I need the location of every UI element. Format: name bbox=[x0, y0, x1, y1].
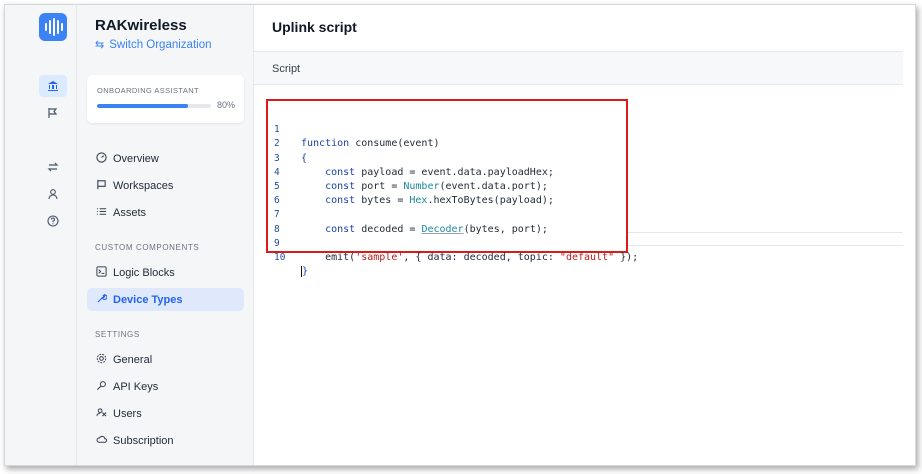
nav-subscription[interactable]: Subscription bbox=[87, 429, 244, 452]
code-token: 'sample' bbox=[355, 251, 404, 263]
nav-overview[interactable]: Overview bbox=[87, 147, 244, 170]
code-token: "default" bbox=[559, 251, 615, 263]
app-logo[interactable] bbox=[39, 13, 67, 41]
code-token: } bbox=[301, 266, 309, 278]
code-line: 4 const port = Number(event.data.port); bbox=[268, 152, 626, 192]
list-icon bbox=[95, 206, 107, 220]
cloud-icon bbox=[95, 434, 107, 448]
nav-logic-blocks-label: Logic Blocks bbox=[113, 266, 175, 279]
nav-workspaces[interactable]: Workspaces bbox=[87, 174, 244, 197]
user-icon[interactable] bbox=[39, 183, 67, 205]
flag-icon[interactable] bbox=[39, 102, 67, 124]
code-line: 3 const payload = event.data.payloadHex; bbox=[268, 137, 626, 178]
code-line: 2 { bbox=[268, 123, 626, 163]
onboarding-assistant-card[interactable]: ONBOARDING ASSISTANT 80% bbox=[87, 75, 244, 123]
nav-subscription-label: Subscription bbox=[113, 434, 174, 447]
nav-api-keys-label: API Keys bbox=[113, 380, 159, 393]
sidebar: RAKwireless ⇆ Switch Organization ONBOAR… bbox=[77, 5, 254, 465]
script-section-header: Script bbox=[254, 51, 903, 85]
switch-organization-label: Switch Organization bbox=[109, 38, 212, 51]
code-line: 7 const decoded = Decoder(bytes, port); bbox=[268, 194, 626, 234]
code-line: 1 function consume(event) bbox=[268, 109, 626, 149]
line-number: 10 bbox=[274, 251, 286, 263]
key-icon bbox=[95, 380, 107, 394]
nav-overview-label: Overview bbox=[113, 152, 159, 165]
help-icon[interactable] bbox=[39, 210, 67, 232]
code-line: 6 bbox=[268, 180, 626, 206]
settings-heading: SETTINGS bbox=[95, 330, 140, 339]
onboarding-label: ONBOARDING ASSISTANT bbox=[97, 86, 200, 95]
switch-organization-link[interactable]: ⇆ Switch Organization bbox=[95, 38, 212, 52]
nav-assets-label: Assets bbox=[113, 206, 147, 219]
code-editor[interactable]: 1 function consume(event) 2 { 3 const pa… bbox=[266, 99, 638, 278]
icon-rail bbox=[5, 5, 77, 465]
nav-api-keys[interactable]: API Keys bbox=[87, 375, 244, 398]
code-line: 10 } bbox=[268, 237, 626, 278]
code-line: 8 bbox=[268, 208, 626, 235]
nav-users-label: Users bbox=[113, 407, 142, 420]
page-title: Uplink script bbox=[272, 19, 357, 35]
gear-icon bbox=[95, 353, 107, 367]
onboarding-progress-fill bbox=[97, 104, 189, 108]
nav-assets[interactable]: Assets bbox=[87, 201, 244, 224]
onboarding-progress-bar bbox=[97, 104, 211, 108]
swap-icon[interactable] bbox=[39, 156, 67, 178]
bank-icon[interactable] bbox=[39, 75, 67, 97]
nav-general[interactable]: General bbox=[87, 348, 244, 371]
custom-components-heading: CUSTOM COMPONENTS bbox=[95, 243, 200, 252]
code-line: 9 emit('sample', { data: decoded, topic:… bbox=[268, 223, 638, 263]
gauge-icon bbox=[95, 151, 107, 166]
nav-general-label: General bbox=[113, 353, 153, 366]
app-window: RAKwireless ⇆ Switch Organization ONBOAR… bbox=[4, 4, 916, 466]
workspace-icon bbox=[95, 179, 107, 193]
terminal-icon bbox=[95, 265, 107, 280]
onboarding-percent: 80% bbox=[216, 100, 235, 110]
script-section-label: Script bbox=[272, 63, 301, 75]
nav-users[interactable]: Users bbox=[87, 402, 244, 425]
swap-arrows-icon: ⇆ bbox=[95, 39, 105, 51]
code-token: emit( bbox=[325, 251, 356, 263]
code-token: }); bbox=[614, 251, 639, 263]
code-line: 5 const bytes = Hex.hexToBytes(payload); bbox=[268, 166, 626, 206]
nav-workspaces-label: Workspaces bbox=[113, 179, 174, 192]
nav-device-types[interactable]: Device Types bbox=[87, 288, 244, 311]
nav-device-types-label: Device Types bbox=[113, 293, 183, 306]
code-token: , { data: decoded, topic: bbox=[403, 251, 560, 263]
wrench-icon bbox=[95, 293, 107, 307]
users-icon bbox=[95, 407, 107, 421]
code-lines: 1 function consume(event) 2 { 3 const pa… bbox=[268, 109, 638, 278]
org-name: RAKwireless bbox=[95, 17, 187, 34]
nav-logic-blocks[interactable]: Logic Blocks bbox=[87, 261, 244, 284]
main-content: Uplink script Script 1 function consume(… bbox=[254, 5, 915, 465]
